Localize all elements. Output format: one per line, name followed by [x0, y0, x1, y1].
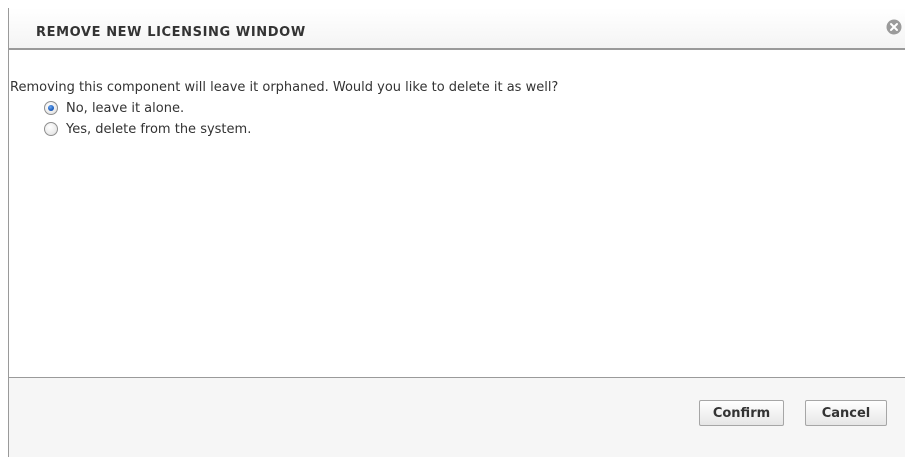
option-leave-alone[interactable]: No, leave it alone. [44, 99, 184, 117]
cancel-button[interactable]: Cancel [805, 400, 887, 426]
radio-delete[interactable] [44, 122, 58, 136]
option-delete[interactable]: Yes, delete from the system. [44, 120, 251, 138]
radio-leave-alone[interactable] [44, 101, 58, 115]
dialog-title: REMOVE NEW LICENSING WINDOW [36, 25, 306, 40]
option-leave-alone-label: No, leave it alone. [66, 100, 185, 116]
close-icon[interactable] [886, 19, 902, 35]
dialog-footer: Confirm Cancel [9, 377, 905, 457]
dialog-titlebar: REMOVE NEW LICENSING WINDOW [9, 8, 905, 50]
orphan-warning-message: Removing this component will leave it or… [10, 80, 559, 95]
dialog: REMOVE NEW LICENSING WINDOW Removing thi… [8, 8, 905, 457]
dialog-body: Removing this component will leave it or… [9, 50, 905, 378]
confirm-button[interactable]: Confirm [699, 400, 784, 426]
option-delete-label: Yes, delete from the system. [66, 121, 252, 137]
